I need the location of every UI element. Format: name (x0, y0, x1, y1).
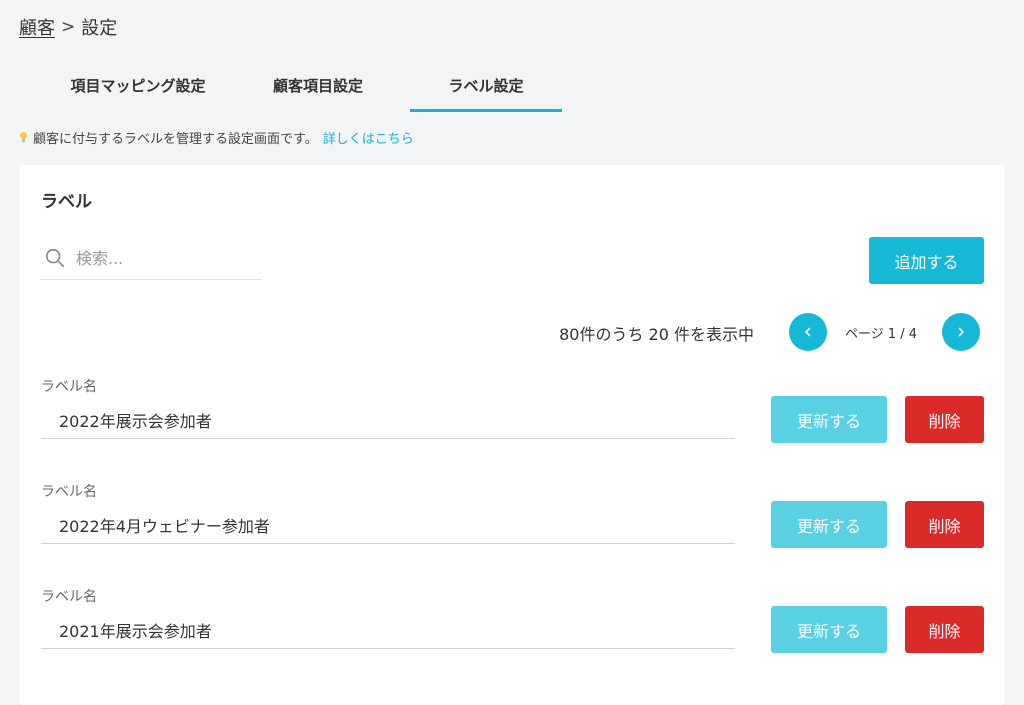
result-summary: 80件のうち 20 件を表示中 (559, 325, 754, 344)
lightbulb-icon (19, 131, 28, 144)
card-title: ラベル (41, 192, 92, 212)
label-name-input[interactable] (41, 409, 721, 431)
label-name-field (41, 612, 735, 649)
label-name-caption: ラベル名 (41, 484, 97, 500)
update-button[interactable]: 更新する (771, 501, 887, 548)
label-row: ラベル名 更新する 削除 (19, 586, 1005, 676)
search-input[interactable] (74, 247, 248, 269)
label-row: ラベル名 更新する 削除 (19, 481, 1005, 571)
breadcrumb-current: 設定 (81, 18, 118, 39)
chevron-right-icon (958, 327, 964, 337)
add-label-button[interactable]: 追加する (869, 237, 984, 284)
label-name-field (41, 507, 735, 544)
search-box (40, 237, 262, 280)
page-indicator: ページ 1 / 4 (845, 327, 918, 342)
settings-tabs: 項目マッピング設定 顧客項目設定 ラベル設定 (19, 58, 562, 112)
label-card: ラベル 追加する 80件のうち 20 件を表示中 ページ 1 / 4 ラベル名 … (19, 165, 1005, 705)
info-text: 顧客に付与するラベルを管理する設定画面です。 (33, 132, 318, 147)
tab-label-settings[interactable]: ラベル設定 (410, 58, 562, 112)
prev-page-button[interactable] (789, 313, 827, 351)
tab-customer-fields[interactable]: 顧客項目設定 (243, 58, 393, 112)
label-name-caption: ラベル名 (41, 379, 97, 395)
next-page-button[interactable] (942, 313, 980, 351)
update-button[interactable]: 更新する (771, 396, 887, 443)
delete-button[interactable]: 削除 (905, 606, 984, 653)
tab-field-mapping[interactable]: 項目マッピング設定 (33, 58, 243, 112)
label-name-input[interactable] (41, 514, 721, 536)
label-row: ラベル名 更新する 削除 (19, 376, 1005, 466)
chevron-left-icon (805, 327, 811, 337)
pagination: 80件のうち 20 件を表示中 ページ 1 / 4 (19, 311, 984, 351)
delete-button[interactable]: 削除 (905, 501, 984, 548)
breadcrumb-separator: > (61, 17, 76, 37)
search-icon (45, 248, 65, 268)
label-name-caption: ラベル名 (41, 589, 97, 605)
label-name-field (41, 402, 735, 439)
info-line: 顧客に付与するラベルを管理する設定画面です。 詳しくはこちら (19, 128, 414, 147)
delete-button[interactable]: 削除 (905, 396, 984, 443)
update-button[interactable]: 更新する (771, 606, 887, 653)
breadcrumb: 顧客 > 設定 (19, 14, 117, 40)
help-link[interactable]: 詳しくはこちら (323, 128, 414, 147)
breadcrumb-link-customer[interactable]: 顧客 (19, 14, 55, 40)
label-name-input[interactable] (41, 619, 721, 641)
